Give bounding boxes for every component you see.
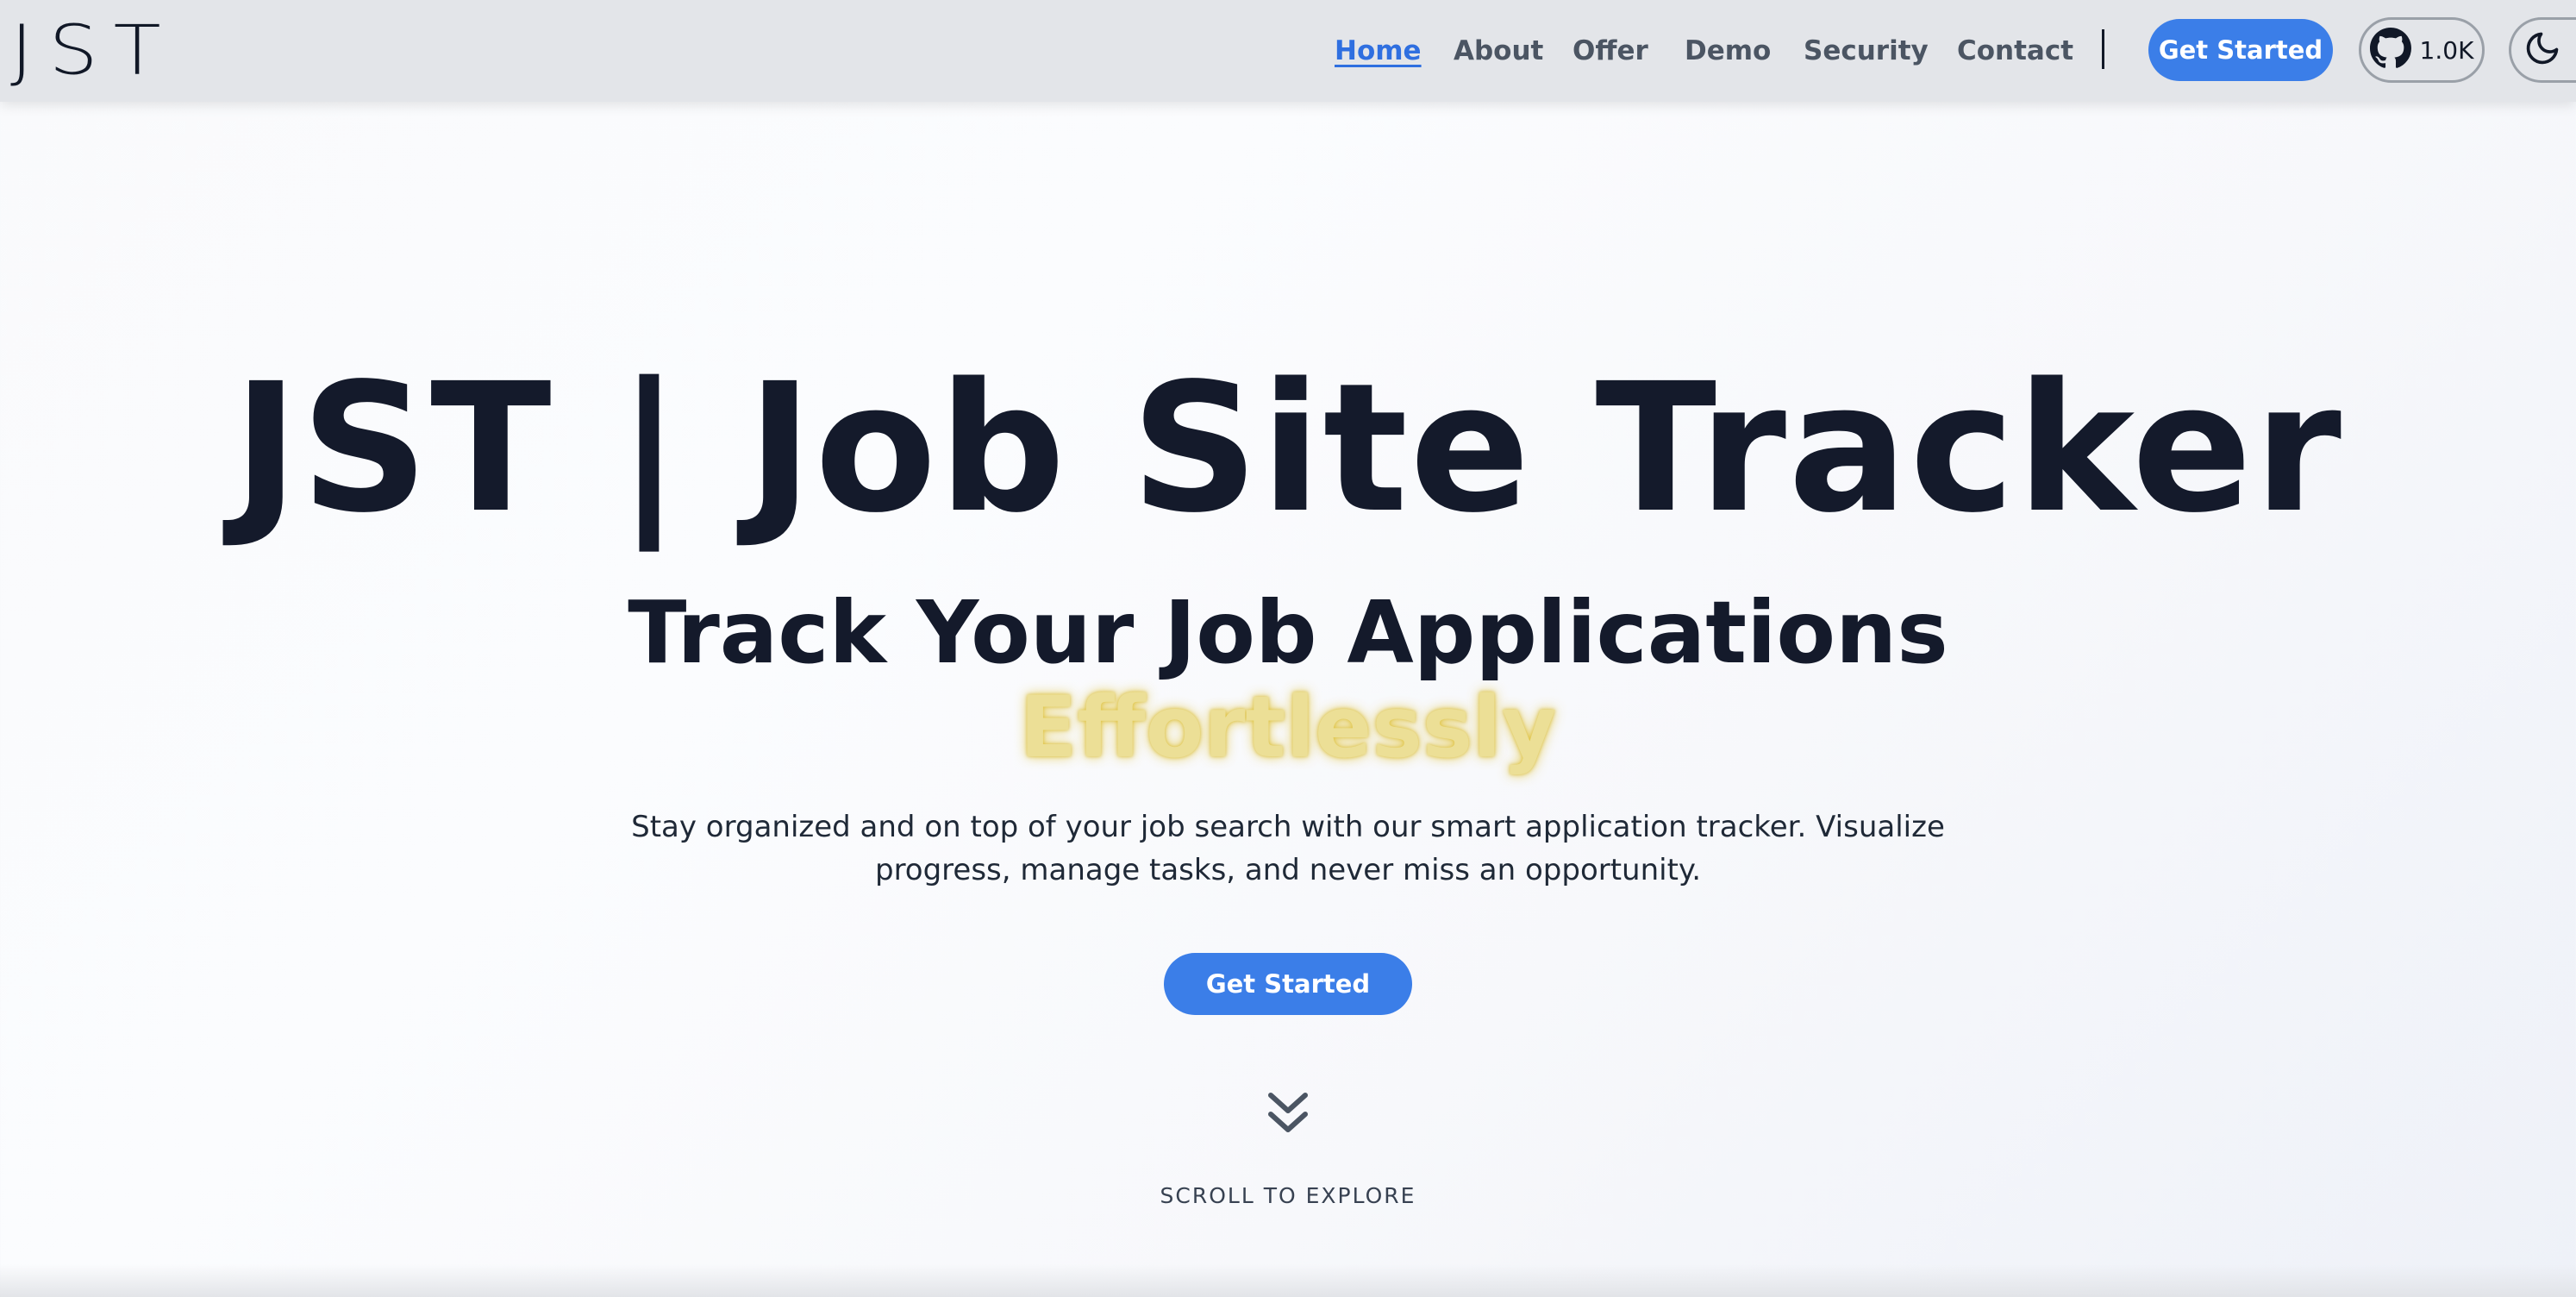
hero-accent-text: Effortlessly [1019, 679, 1557, 777]
nav-divider [2102, 29, 2104, 69]
site-logo[interactable]: JST [10, 6, 177, 96]
nav-link-demo[interactable]: Demo [1685, 34, 1771, 67]
section-divider [0, 1264, 2576, 1297]
github-stars-button[interactable]: 1.0K [2359, 17, 2485, 83]
nav-link-offer[interactable]: Offer [1572, 34, 1648, 67]
hero-get-started-button[interactable]: Get Started [1164, 953, 1412, 1015]
nav-link-about[interactable]: About [1454, 34, 1543, 67]
theme-toggle-button[interactable] [2509, 17, 2576, 83]
hero-title: JST | Job Site Tracker [233, 345, 2343, 552]
hero-description: Stay organized and on top of your job se… [631, 810, 1945, 887]
hero-subtitle: Track Your Job Applications [628, 582, 1948, 683]
site-header: JST Home About Offer Demo Security Conta… [0, 0, 2576, 102]
nav-link-home[interactable]: Home [1335, 34, 1422, 67]
github-star-count: 1.0K [2419, 35, 2474, 65]
github-icon [2369, 28, 2411, 72]
scroll-to-explore-label[interactable]: SCROLL TO EXPLORE [0, 1183, 2576, 1208]
header-get-started-button[interactable]: Get Started [2148, 19, 2333, 81]
double-chevron-down-icon[interactable] [1264, 1088, 1312, 1140]
nav-link-security[interactable]: Security [1804, 34, 1929, 67]
nav-link-contact[interactable]: Contact [1957, 34, 2073, 67]
moon-icon [2523, 29, 2561, 71]
